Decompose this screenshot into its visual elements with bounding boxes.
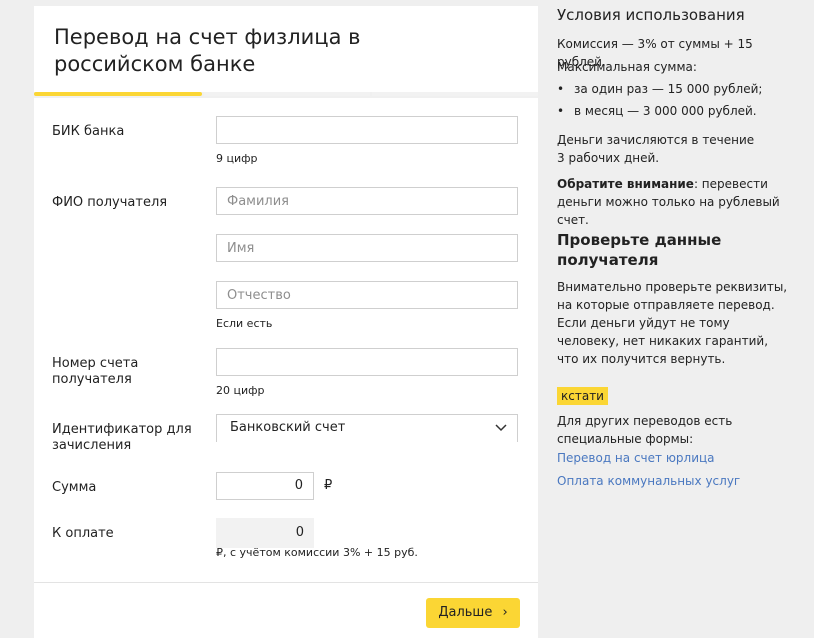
progress-fill	[34, 92, 202, 96]
divider	[34, 582, 538, 583]
timing-text: Деньги зачисляются в течение 3 рабочих д…	[557, 133, 755, 165]
fio-label: ФИО получателя	[52, 195, 168, 210]
bik-input[interactable]	[216, 116, 518, 144]
rub-note-bold: Обратите внимание	[557, 177, 694, 191]
to-pay-label: К оплате	[52, 526, 114, 541]
ruble-sign: ₽	[324, 478, 333, 493]
progress-step	[204, 92, 370, 96]
utilities-link[interactable]: Оплата коммунальных услуг	[557, 474, 740, 488]
progress-step	[372, 92, 538, 96]
account-input[interactable]	[216, 348, 518, 376]
list-item: за один раз — 15 000 рублей;	[557, 80, 762, 102]
rub-note: Обратите внимание: перевести деньги можн…	[557, 175, 802, 229]
identifier-label: Идентификатор для зачисления	[52, 422, 192, 453]
page-title: Перевод на счет физлица в российском бан…	[54, 25, 361, 76]
next-button[interactable]: Дальше ›	[426, 598, 520, 628]
other-forms-text: Для других переводов есть специальные фо…	[557, 414, 733, 446]
amount-label: Сумма	[52, 480, 97, 495]
list-item: в месяц — 3 000 000 рублей.	[557, 102, 762, 124]
patronymic-input[interactable]	[216, 281, 518, 309]
legal-entity-link[interactable]: Перевод на счет юрлица	[557, 451, 715, 465]
tip-badge: кстати	[557, 387, 608, 405]
first-name-input[interactable]	[216, 234, 518, 262]
chevron-down-icon	[495, 415, 507, 450]
limits-list: за один раз — 15 000 рублей; в месяц — 3…	[557, 80, 762, 124]
account-label: Номер счета получателя	[52, 356, 139, 387]
identifier-selected: Банковский счет	[230, 420, 346, 435]
to-pay-note: ₽, с учётом комиссии 3% + 15 руб.	[216, 546, 418, 559]
progress-bar	[34, 92, 538, 98]
next-button-label: Дальше	[438, 605, 493, 620]
bik-label: БИК банка	[52, 124, 125, 139]
bik-hint: 9 цифр	[216, 152, 258, 165]
transfer-form-card: Перевод на счет физлица в российском бан…	[34, 6, 538, 638]
terms-title: Условия использования	[557, 6, 745, 24]
account-hint: 20 цифр	[216, 384, 265, 397]
max-sum-text: Максимальная сумма:	[557, 60, 697, 74]
check-title: Проверьте данные получателя	[557, 231, 722, 269]
last-name-input[interactable]	[216, 187, 518, 215]
patronymic-hint: Если есть	[216, 317, 273, 330]
check-text: Внимательно проверьте реквизиты, на кото…	[557, 280, 788, 366]
to-pay-value: 0	[216, 518, 314, 548]
chevron-right-icon: ›	[502, 605, 508, 620]
amount-input[interactable]: 0	[216, 472, 314, 500]
identifier-select[interactable]: Банковский счет	[216, 414, 518, 442]
